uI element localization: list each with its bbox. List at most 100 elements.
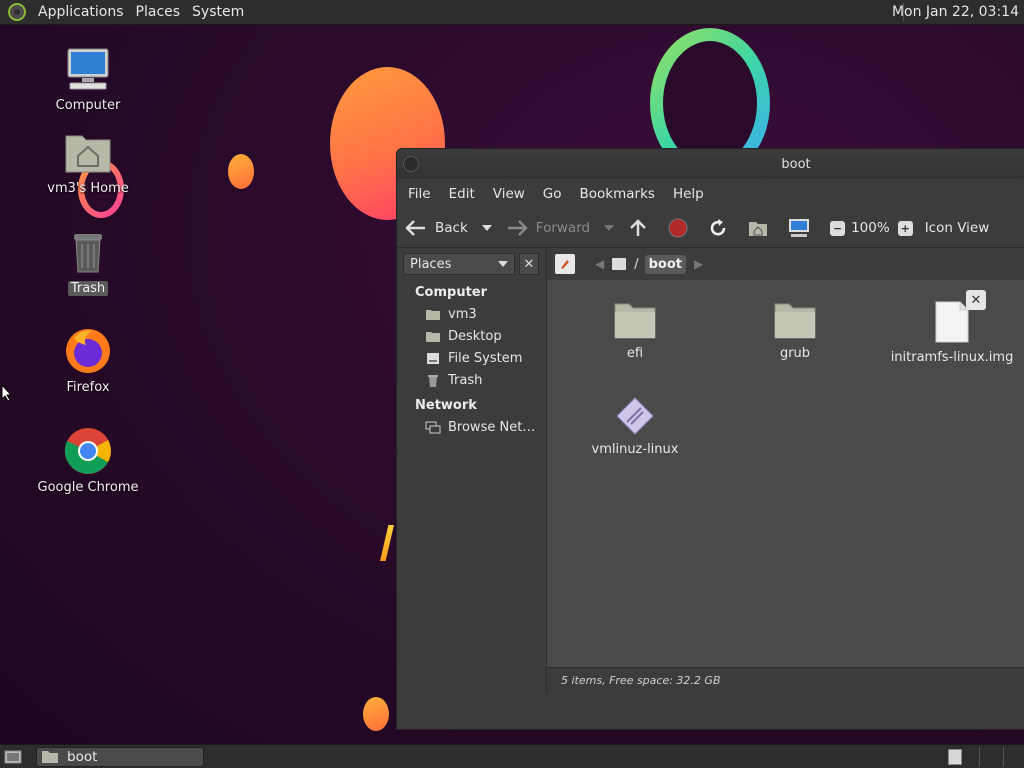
sidebar-selector-label: Places [410, 256, 452, 272]
file-item-grub[interactable]: grub [735, 300, 855, 361]
document-icon [935, 301, 969, 343]
file-item-efi[interactable]: efi [575, 300, 695, 361]
taskbar-item-boot[interactable]: boot [36, 746, 204, 767]
sidebar-heading-network: Network [415, 398, 477, 413]
path-bar: ◀ / boot ▶ [547, 248, 1024, 280]
desktop-icon-home[interactable]: vm3's Home [33, 128, 143, 196]
folder-icon [42, 751, 58, 763]
system-menu[interactable]: System [186, 4, 250, 20]
path-right-arrow-icon[interactable]: ▶ [694, 257, 703, 271]
sidebar-item-desktop[interactable]: Desktop [397, 326, 546, 348]
places-bar: Places ✕ [397, 248, 546, 280]
zoom-out-icon[interactable]: − [830, 220, 846, 236]
window-titlebar[interactable]: boot [397, 149, 1024, 179]
toolbar: Back Forward − 100% + Icon View [397, 209, 1024, 247]
menu-file[interactable]: File [399, 186, 440, 202]
desktop-icon-label: Google Chrome [37, 480, 139, 495]
status-bar: 5 items, Free space: 32.2 GB [547, 667, 1024, 693]
drive-icon [425, 352, 441, 366]
sidebar-item-file-system[interactable]: File System [397, 348, 546, 370]
sidebar-item-trash[interactable]: Trash [397, 370, 546, 392]
home-icon[interactable] [748, 219, 768, 237]
sidebar-heading-computer: Computer [415, 285, 488, 300]
places-menu[interactable]: Places [130, 4, 187, 20]
sidebar-item-vm3[interactable]: vm3 [397, 304, 546, 326]
breadcrumb-boot[interactable]: boot [644, 254, 687, 274]
forward-history-dropdown[interactable] [604, 225, 615, 231]
root-drive-icon[interactable] [612, 258, 627, 270]
sidebar-item-label: Desktop [448, 329, 502, 344]
mate-logo-icon[interactable] [8, 3, 26, 21]
sidebar-item-browse-network[interactable]: Browse Net… [397, 417, 546, 439]
mouse-cursor-icon [1, 384, 13, 402]
computer-icon[interactable] [788, 218, 810, 238]
file-manager-window: boot File Edit View Go Bookmarks Help Ba… [396, 148, 1024, 730]
zoom-level: 100% [851, 220, 890, 236]
panel-separator [1003, 747, 1004, 767]
view-mode-select[interactable]: Icon View [925, 220, 990, 236]
file-item-initramfs[interactable]: initramfs-linux.img [890, 300, 1014, 365]
forward-label: Forward [535, 220, 591, 236]
desktop-icon-trash[interactable]: Trash [33, 228, 143, 296]
file-view: ◀ / boot ▶ efi grub initramfs-linux.img [547, 248, 1024, 693]
back-label: Back [435, 220, 468, 236]
network-icon [425, 421, 441, 435]
top-panel: Applications Places System Mon Jan 22, 0… [0, 0, 1024, 25]
sidebar-close-button[interactable]: ✕ [519, 253, 539, 275]
desktop-icon-computer[interactable]: Computer [33, 45, 143, 113]
panel-separator [979, 747, 980, 767]
menu-go[interactable]: Go [534, 186, 571, 202]
show-desktop-icon[interactable] [2, 748, 24, 766]
trash-icon [64, 228, 112, 276]
close-icon[interactable]: ✕ [966, 290, 986, 310]
reload-icon[interactable] [708, 218, 728, 238]
file-item-vmlinuz[interactable]: vmlinuz-linux [575, 396, 695, 457]
folder-icon [614, 303, 656, 339]
applications-menu[interactable]: Applications [32, 4, 130, 20]
sidebar-item-label: Browse Net… [448, 420, 536, 435]
wallpaper-spark [380, 525, 394, 561]
path-separator: / [634, 256, 639, 272]
trash-icon [425, 374, 441, 388]
desktop-icon-label: Trash [67, 281, 109, 296]
menu-help[interactable]: Help [664, 186, 713, 202]
forward-arrow-icon [507, 220, 528, 236]
menu-view[interactable]: View [484, 186, 534, 202]
menubar: File Edit View Go Bookmarks Help [397, 179, 1024, 209]
back-arrow-icon [405, 220, 425, 236]
sidebar-item-label: File System [448, 351, 523, 366]
file-grid: efi grub initramfs-linux.img ✕ vmlinuz-l… [547, 280, 1024, 667]
path-left-arrow-icon[interactable]: ◀ [595, 257, 604, 271]
back-button[interactable]: Back [405, 220, 468, 236]
stop-icon[interactable] [668, 218, 688, 238]
desktop-icon-label: vm3's Home [47, 181, 129, 196]
desktop-icon [425, 330, 441, 344]
desktop-icon-chrome[interactable]: Google Chrome [33, 427, 143, 495]
file-label: grub [779, 346, 811, 361]
wallpaper-bottom-blob [363, 697, 389, 731]
chevron-down-icon [498, 261, 508, 267]
back-history-dropdown[interactable] [481, 225, 492, 231]
bottom-panel: boot [0, 744, 1024, 768]
clock[interactable]: Mon Jan 22, 03:14 [892, 4, 1019, 20]
zoom-in-icon[interactable]: + [897, 220, 913, 236]
folder-icon [774, 303, 816, 339]
up-icon[interactable] [628, 218, 648, 238]
home-folder-icon [64, 128, 112, 176]
home-icon [425, 308, 441, 322]
window-body: Places ✕ Computer vm3 Desktop File Syste… [397, 247, 1024, 693]
edit-path-icon[interactable] [555, 254, 575, 274]
computer-icon [64, 45, 112, 93]
sidebar-selector[interactable]: Places [403, 253, 515, 275]
sidebar: Places ✕ Computer vm3 Desktop File Syste… [397, 248, 547, 693]
menu-edit[interactable]: Edit [440, 186, 484, 202]
menu-bookmarks[interactable]: Bookmarks [571, 186, 664, 202]
file-label: initramfs-linux.img [890, 350, 1014, 365]
binary-icon [616, 397, 654, 435]
workspace-switcher[interactable] [948, 749, 962, 765]
window-close-button[interactable] [403, 156, 419, 172]
desktop-icon-firefox[interactable]: Firefox [33, 327, 143, 395]
window-title: boot [781, 156, 811, 172]
wallpaper-small-blob [228, 154, 254, 189]
forward-button[interactable]: Forward [506, 220, 590, 236]
